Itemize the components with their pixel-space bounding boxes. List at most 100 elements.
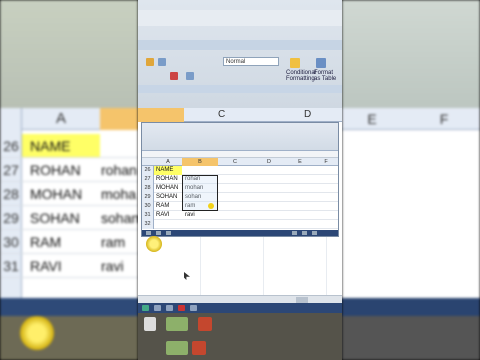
row-number[interactable]: 27 xyxy=(142,175,154,184)
ribbon: Normal Conditional Formatting Format as … xyxy=(138,0,342,108)
cell-a[interactable]: NAME xyxy=(156,166,173,175)
taskbar-icon[interactable] xyxy=(166,231,171,235)
row-number[interactable]: 26 xyxy=(142,166,154,175)
zoomed-column-header: C D xyxy=(138,108,342,122)
background-bottom-right xyxy=(342,316,480,360)
cell-a[interactable]: RAM xyxy=(156,202,169,211)
blurred-icon xyxy=(166,317,188,331)
ribbon-icon[interactable] xyxy=(170,72,178,80)
row-number[interactable]: 29 xyxy=(142,193,154,202)
row-number[interactable]: 32 xyxy=(142,220,154,229)
background-cell-b: moha xyxy=(101,186,137,202)
taskbar-icon[interactable] xyxy=(178,305,185,311)
background-zoom-left: A 26 NAME 27 ROHAN rohan 28 MOHAN moha 29 SOHAN so… xyxy=(0,0,138,360)
screen-recording: Normal Conditional Formatting Format as … xyxy=(138,0,342,360)
table-row: 26 NAME xyxy=(142,166,338,175)
inner-taskbar xyxy=(142,230,338,236)
table-row: 30 RAM ram xyxy=(142,202,338,211)
cell-a[interactable]: ROHAN xyxy=(156,175,178,184)
col-e[interactable]: E xyxy=(286,158,314,166)
table-row: 31 RAVI ravi xyxy=(142,211,338,220)
tray-icon[interactable] xyxy=(302,231,307,235)
conditional-formatting-label[interactable]: Conditional Formatting xyxy=(286,70,316,82)
blurred-icon xyxy=(192,341,206,355)
number-format-box[interactable]: Normal xyxy=(223,57,279,66)
horizontal-scrollbar[interactable] xyxy=(138,295,342,303)
background-column-b-highlight xyxy=(100,108,138,130)
ribbon-group-labels xyxy=(138,85,342,93)
background-cell-b: ravi xyxy=(101,258,124,274)
background-row: 27 ROHAN rohan xyxy=(0,158,138,182)
background-cell-a: SOHAN xyxy=(30,210,80,226)
ribbon-icon[interactable] xyxy=(158,58,166,66)
background-row-number: 29 xyxy=(3,210,19,226)
fill-handle-cursor[interactable] xyxy=(208,203,214,209)
format-table-label[interactable]: Format as Table xyxy=(314,70,340,82)
taskbar-icon[interactable] xyxy=(156,231,161,235)
excel-window: A B C D E F 26 NAME 27 ROHAN rohan 28 MOHAN moh… xyxy=(141,122,339,237)
cell-a[interactable]: RAVI xyxy=(156,211,170,220)
background-column-f: F xyxy=(439,111,449,127)
background-column-a: A xyxy=(55,110,66,127)
taskbar xyxy=(138,303,342,313)
background-cell-b: rohan xyxy=(101,162,137,178)
col-b[interactable]: B xyxy=(182,158,218,166)
row-number[interactable]: 28 xyxy=(142,184,154,193)
taskbar-icon[interactable] xyxy=(190,305,197,311)
background-zoom-right: E F xyxy=(342,0,480,360)
background-cell-a: MOHAN xyxy=(30,186,83,202)
row-number[interactable]: 31 xyxy=(142,211,154,220)
col-c[interactable]: C xyxy=(218,158,252,166)
background-cell-a: ROHAN xyxy=(30,162,81,178)
background-ribbon xyxy=(0,0,138,108)
ribbon-icon[interactable] xyxy=(186,72,194,80)
conditional-formatting-icon[interactable] xyxy=(290,58,300,68)
cell-a[interactable]: SOHAN xyxy=(156,193,177,202)
start-icon[interactable] xyxy=(146,231,151,235)
col-a[interactable]: A xyxy=(154,158,182,166)
taskbar-icon[interactable] xyxy=(166,305,173,311)
background-grid-right xyxy=(342,108,480,298)
cell-a[interactable]: MOHAN xyxy=(156,184,178,193)
blurred-icon xyxy=(144,317,156,331)
background-cursor-highlight xyxy=(20,316,54,350)
background-row-number: 26 xyxy=(3,138,19,154)
background-row: 29 SOHAN sohan xyxy=(0,206,138,230)
column-header: A B C D E F xyxy=(142,158,338,166)
video-frame: A 26 NAME 27 ROHAN rohan 28 MOHAN moha 29 SOHAN so… xyxy=(0,0,480,360)
table-row: 28 MOHAN mohan xyxy=(142,184,338,193)
table-row: 32 xyxy=(142,220,338,229)
row-number[interactable]: 30 xyxy=(142,202,154,211)
excel-ribbon xyxy=(142,123,338,151)
background-cell-a: RAM xyxy=(30,234,62,250)
blurred-icon xyxy=(166,341,188,355)
background-row-number: 30 xyxy=(3,234,19,250)
background-cell-b: ram xyxy=(101,234,126,250)
tray-icon[interactable] xyxy=(312,231,317,235)
col-d[interactable]: D xyxy=(252,158,286,166)
taskbar-icon[interactable] xyxy=(154,305,161,311)
column-c-label: C xyxy=(218,109,226,120)
background-cell-a: NAME xyxy=(30,138,71,154)
background-taskbar xyxy=(0,298,138,316)
background-row: 30 RAM ram xyxy=(0,230,138,254)
background-taskbar-right xyxy=(342,298,480,316)
background-cell-b: sohan xyxy=(101,210,138,226)
background-cell-a: RAVI xyxy=(30,258,62,274)
start-icon[interactable] xyxy=(142,305,149,311)
blurred-bottom xyxy=(138,313,342,360)
tray-icon[interactable] xyxy=(292,231,297,235)
ribbon-icon[interactable] xyxy=(146,58,154,66)
zoomed-grid xyxy=(138,237,342,295)
col-f[interactable]: F xyxy=(314,158,338,166)
background-column-e: E xyxy=(367,111,377,127)
background-row: 26 NAME xyxy=(0,134,138,158)
cell-b[interactable]: ravi xyxy=(185,211,195,220)
table-row: 29 SOHAN sohan xyxy=(142,193,338,202)
formula-bar[interactable] xyxy=(142,151,338,158)
background-row: 28 MOHAN moha xyxy=(0,182,138,206)
column-d-label: D xyxy=(304,109,312,120)
background-row-number: 31 xyxy=(3,258,19,274)
background-ribbon-right xyxy=(342,0,480,108)
format-table-icon[interactable] xyxy=(316,58,326,68)
